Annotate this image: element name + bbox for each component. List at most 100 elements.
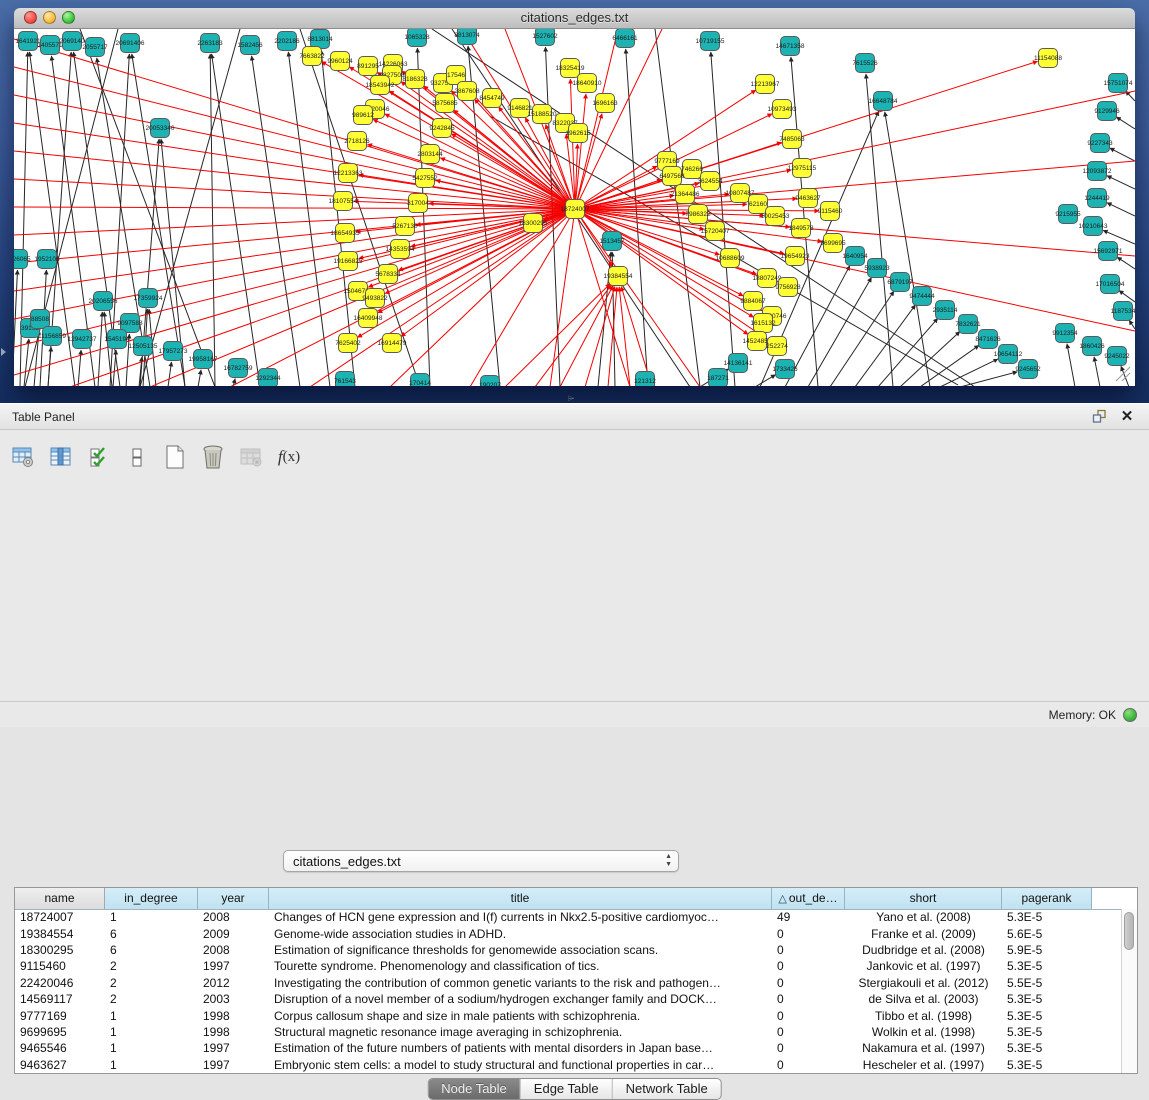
- close-panel-icon[interactable]: ✕: [1117, 408, 1137, 426]
- panel-resize-grip[interactable]: ⌲: [568, 396, 580, 402]
- node-label: 2069140: [59, 38, 85, 45]
- float-panel-icon[interactable]: [1089, 408, 1109, 426]
- function-builder-icon[interactable]: f(x): [276, 444, 302, 470]
- node-label: 11154088: [1034, 55, 1062, 62]
- node-label: 18724007: [561, 206, 590, 213]
- tab-network-table[interactable]: Network Table: [612, 1079, 721, 1099]
- memory-status-label: Memory: OK: [1049, 708, 1116, 722]
- node-label: 8813074: [454, 32, 480, 39]
- table-row[interactable]: 1938455462009Genome-wide association stu…: [15, 925, 1122, 941]
- node-label: 170414: [409, 380, 431, 386]
- table-cell: 1: [105, 1009, 198, 1023]
- node-label: 15751074: [1104, 80, 1133, 87]
- node-label: 9960124: [327, 58, 353, 65]
- node-label: 15188520: [528, 111, 557, 118]
- node-label: 5267130: [392, 223, 418, 230]
- node-label: 8186328: [402, 76, 428, 83]
- table-cell: 18300295: [15, 943, 105, 957]
- node-label: 9493822: [362, 295, 388, 302]
- new-column-icon[interactable]: [162, 444, 188, 470]
- column-header-outde[interactable]: △out_de…: [772, 888, 845, 909]
- table-cell: Dudbridge et al. (2008): [845, 943, 1002, 957]
- table-type-tabs: Node TableEdge TableNetwork Table: [427, 1078, 722, 1100]
- tab-node-table[interactable]: Node Table: [428, 1079, 520, 1099]
- table-row[interactable]: 1830029562008Estimation of significance …: [15, 942, 1122, 958]
- network-window[interactable]: citations_edges.txt 16419211405571206914…: [14, 8, 1135, 386]
- show-columns-icon[interactable]: [48, 444, 74, 470]
- column-header-pagerank[interactable]: pagerank: [1002, 888, 1092, 909]
- node-label: 19384554: [604, 273, 633, 280]
- node-label: 21364486: [671, 191, 700, 198]
- table-cell: Genome-wide association studies in ADHD.: [269, 927, 772, 941]
- unselect-all-icon[interactable]: [124, 444, 150, 470]
- delete-table-icon: [238, 444, 264, 470]
- node-label: 1244419: [1084, 195, 1110, 202]
- column-settings-icon[interactable]: [10, 444, 36, 470]
- table-cell: 1: [105, 1041, 198, 1055]
- table-cell: 5.5E-5: [1002, 976, 1092, 990]
- table-cell: 2: [105, 976, 198, 990]
- node-label: 16409948: [354, 315, 383, 322]
- table-cell: 5.3E-5: [1002, 1009, 1092, 1023]
- node-label: 16648784: [869, 98, 898, 105]
- table-cell: 0: [772, 1058, 845, 1072]
- node-label: 1065328: [404, 34, 430, 41]
- table-cell: Changes of HCN gene expression and I(f) …: [269, 910, 772, 924]
- network-window-titlebar[interactable]: citations_edges.txt: [14, 8, 1135, 29]
- table-cell: 1997: [198, 959, 269, 973]
- table-cell: 1997: [198, 1041, 269, 1055]
- table-select-dropdown[interactable]: citations_edges.txt ▲▼: [283, 850, 679, 872]
- chevron-right-icon[interactable]: [1, 348, 6, 356]
- table-row[interactable]: 911546021997Tourette syndrome. Phenomeno…: [15, 958, 1122, 974]
- node-label: 19166825: [334, 258, 363, 265]
- column-header-short[interactable]: short: [845, 888, 1002, 909]
- node-label: 9245652: [1015, 366, 1041, 373]
- node-label: 5678334: [375, 271, 401, 278]
- delete-column-icon[interactable]: [200, 444, 226, 470]
- table-cell: Estimation of the future numbers of pati…: [269, 1041, 772, 1055]
- table-row[interactable]: 977716911998Corpus callosum shape and si…: [15, 1007, 1122, 1023]
- table-row[interactable]: 1872400712008Changes of HCN gene express…: [15, 909, 1122, 925]
- table-vertical-scrollbar[interactable]: [1121, 909, 1137, 1073]
- column-header-indegree[interactable]: in_degree: [105, 888, 198, 909]
- node-label: 20053346: [146, 125, 175, 132]
- node-label: 12093872: [1083, 168, 1112, 175]
- node-label: 18640910: [573, 80, 602, 87]
- node-label: 16914479: [378, 340, 407, 347]
- table-row[interactable]: 946554611997Estimation of the future num…: [15, 1040, 1122, 1056]
- node-label: 2935114: [933, 307, 958, 314]
- table-cell: Tibbo et al. (1998): [845, 1009, 1002, 1023]
- table-cell: Investigating the contribution of common…: [269, 976, 772, 990]
- node-label: 2055717: [82, 44, 108, 51]
- node-label: 10025453: [761, 213, 790, 220]
- node-label: 1962615: [565, 130, 591, 137]
- scrollbar-thumb[interactable]: [1124, 912, 1134, 950]
- node-label: 18300295: [519, 220, 548, 227]
- column-header-name[interactable]: name: [15, 888, 105, 909]
- column-header-title[interactable]: title: [269, 888, 772, 909]
- table-cell: 9699695: [15, 1025, 105, 1039]
- node-label: 18807249: [753, 275, 782, 282]
- node-label: 18543942: [366, 82, 395, 89]
- network-graph-canvas[interactable]: 1641921140557120691402055717206914062263…: [14, 29, 1135, 386]
- node-label: 1860426: [1079, 343, 1105, 350]
- node-label: 18325419: [556, 65, 585, 72]
- citation-network-graph[interactable]: 1641921140557120691402055717206914062263…: [14, 29, 1135, 386]
- table-cell: Estimation of significance thresholds fo…: [269, 943, 772, 957]
- table-row[interactable]: 1456911722003Disruption of a novel membe…: [15, 991, 1122, 1007]
- node-label: 9884067: [740, 298, 766, 305]
- tab-edge-table[interactable]: Edge Table: [520, 1079, 612, 1099]
- table-row[interactable]: 946362711997Embryonic stem cells: a mode…: [15, 1057, 1122, 1073]
- node-label: 891295: [357, 63, 379, 70]
- table-cell: 0: [772, 1041, 845, 1055]
- node-label: 12213363: [334, 170, 363, 177]
- table-row[interactable]: 969969511998Structural magnetic resonanc…: [15, 1024, 1122, 1040]
- table-cell: Wolkin et al. (1998): [845, 1025, 1002, 1039]
- node-label: 6497568: [659, 173, 685, 180]
- select-all-icon[interactable]: [86, 444, 112, 470]
- column-header-year[interactable]: year: [198, 888, 269, 909]
- table-cell: Structural magnetic resonance image aver…: [269, 1025, 772, 1039]
- table-row[interactable]: 2242004622012Investigating the contribut…: [15, 975, 1122, 991]
- memory-status-indicator[interactable]: [1123, 708, 1137, 722]
- node-label: 17359924: [134, 295, 163, 302]
